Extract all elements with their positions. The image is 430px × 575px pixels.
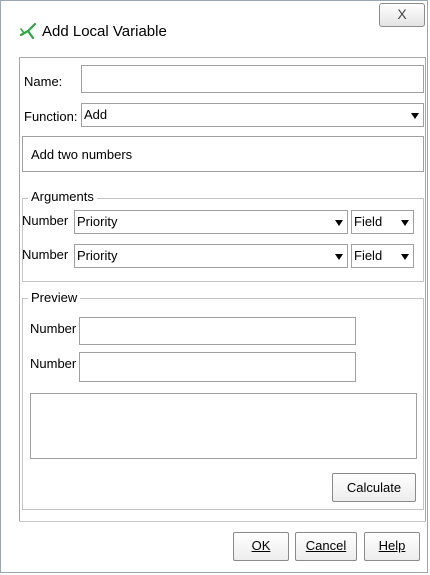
name-label: Name: bbox=[24, 74, 63, 89]
preview-1-label: Number bbox=[30, 321, 77, 336]
preview-legend: Preview bbox=[28, 290, 81, 305]
calculate-button-label: Calculate bbox=[346, 480, 402, 495]
chevron-down-icon bbox=[411, 113, 419, 119]
argument-2-type-select[interactable]: Field bbox=[351, 244, 414, 268]
preview-result-area bbox=[30, 393, 417, 459]
footer-divider bbox=[19, 521, 426, 522]
function-select[interactable]: Add bbox=[81, 103, 424, 127]
argument-1-type-value: Field bbox=[354, 214, 383, 229]
preview-2-label: Number bbox=[30, 356, 77, 371]
function-label: Function: bbox=[24, 109, 78, 124]
arguments-legend: Arguments bbox=[28, 189, 97, 204]
chevron-down-icon bbox=[401, 220, 409, 226]
cancel-button-label: Cancel bbox=[305, 538, 347, 553]
help-button-label: Help bbox=[378, 538, 406, 553]
argument-2-type-value: Field bbox=[354, 248, 383, 263]
argument-1-value: Priority bbox=[77, 214, 118, 229]
chevron-down-icon bbox=[401, 254, 409, 260]
preview-2-input[interactable] bbox=[79, 352, 356, 382]
calculate-button[interactable]: Calculate bbox=[332, 473, 416, 502]
title-bar: Add Local Variable X bbox=[1, 1, 429, 57]
ok-button-label: OK bbox=[251, 538, 271, 553]
chevron-down-icon bbox=[335, 220, 343, 226]
cancel-button[interactable]: Cancel bbox=[295, 532, 357, 561]
argument-2-value: Priority bbox=[77, 248, 118, 263]
close-button[interactable]: X bbox=[379, 3, 425, 27]
chevron-down-icon bbox=[335, 254, 343, 260]
function-description: Add two numbers bbox=[22, 136, 424, 172]
argument-2-label: Number bbox=[22, 247, 69, 262]
dialog-content: Name: Function: Add Add two numbers Argu… bbox=[19, 57, 426, 522]
preview-1-input[interactable] bbox=[79, 317, 356, 345]
argument-1-select[interactable]: Priority bbox=[74, 210, 348, 234]
help-button[interactable]: Help bbox=[364, 532, 420, 561]
function-select-value: Add bbox=[84, 107, 108, 122]
argument-1-label: Number bbox=[22, 213, 69, 228]
window-title: Add Local Variable bbox=[42, 23, 167, 40]
close-icon: X bbox=[397, 6, 407, 22]
add-local-variable-dialog: Add Local Variable X Name: Function: Add… bbox=[0, 0, 428, 573]
ok-button[interactable]: OK bbox=[233, 532, 289, 561]
function-description-text: Add two numbers bbox=[31, 147, 133, 162]
argument-2-select[interactable]: Priority bbox=[74, 244, 348, 268]
argument-1-type-select[interactable]: Field bbox=[351, 210, 414, 234]
name-input[interactable] bbox=[81, 65, 424, 93]
variable-x-icon bbox=[19, 21, 37, 41]
